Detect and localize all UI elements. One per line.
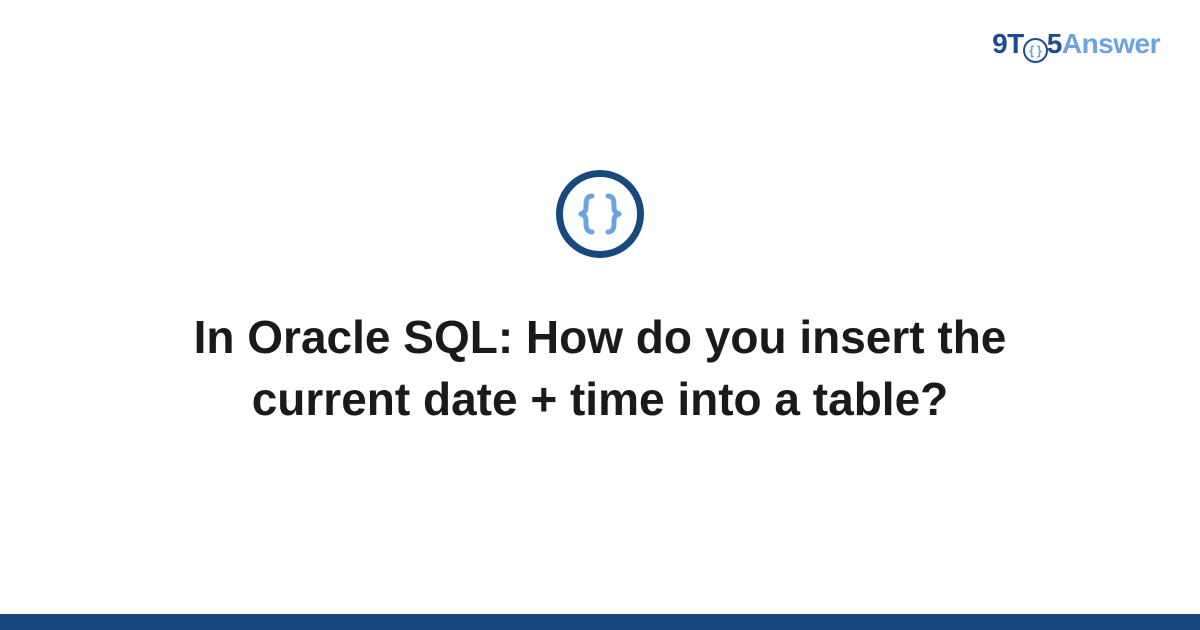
braces-svg	[574, 188, 626, 240]
code-braces-icon	[556, 170, 644, 258]
content-center: In Oracle SQL: How do you insert the cur…	[0, 0, 1200, 630]
question-title: In Oracle SQL: How do you insert the cur…	[110, 306, 1090, 430]
footer-accent-bar	[0, 614, 1200, 630]
